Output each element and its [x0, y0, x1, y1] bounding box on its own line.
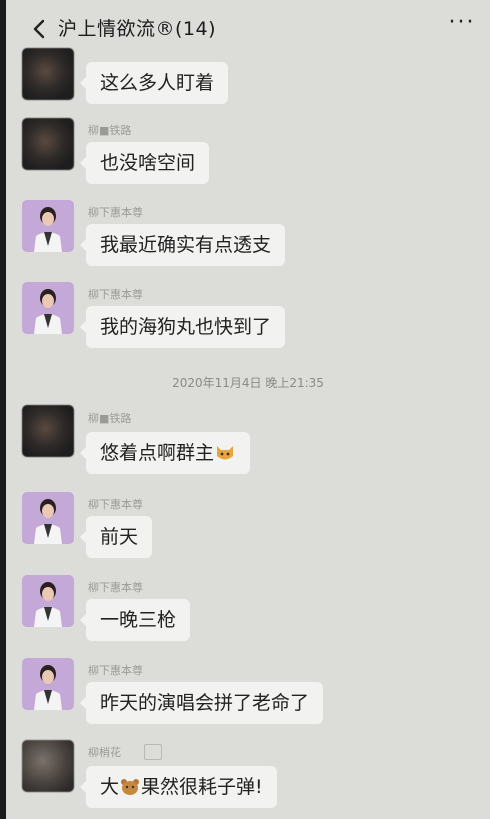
avatar[interactable] [22, 282, 74, 334]
bear-emoji-icon [120, 769, 140, 795]
more-button[interactable]: ··· [442, 12, 482, 40]
chevron-left-icon [33, 19, 45, 39]
message-text: 果然很耗子弹! [141, 776, 263, 798]
sender-name: 柳■铁路 [88, 412, 132, 425]
message-text: 大 [100, 776, 120, 798]
message-bubble[interactable]: 也没啥空间 [79, 142, 210, 184]
sender-name: 柳下惠本尊 [88, 581, 143, 594]
sender-name: 柳下惠本尊 [88, 664, 143, 677]
message-bubble[interactable]: 这么多人盯着 [79, 62, 229, 104]
message-bubble[interactable]: 悠着点啊群主 [79, 432, 251, 474]
chat-title: 沪上情欲流®(14) [58, 18, 217, 40]
message-text: 悠着点啊群主 [100, 442, 215, 464]
person-portrait-icon [34, 665, 62, 710]
message-bubble[interactable]: 我最近确实有点透支 [79, 224, 286, 266]
avatar[interactable] [22, 740, 74, 792]
person-portrait-icon [34, 289, 62, 334]
person-portrait-icon [34, 207, 62, 252]
avatar[interactable] [22, 405, 74, 457]
sender-name: 柳下惠本尊 [88, 206, 143, 219]
person-portrait-icon [34, 582, 62, 627]
avatar[interactable] [22, 658, 74, 710]
avatar[interactable] [22, 48, 74, 100]
cat-emoji-icon [215, 435, 235, 460]
message-bubble[interactable]: 昨天的演唱会拼了老命了 [79, 682, 324, 724]
sender-name: 柳下惠本尊 [88, 498, 143, 511]
more-dots-icon: ··· [448, 10, 476, 35]
message-bubble[interactable]: 大果然很耗子弹! [80, 766, 277, 808]
chat-header: 沪上情欲流®(14) ··· [6, 0, 490, 56]
avatar[interactable] [22, 118, 74, 170]
back-button[interactable] [26, 14, 52, 44]
chat-timestamp: 2020年11月4日 晚上21:35 [172, 376, 324, 390]
message-bubble[interactable]: 一晚三枪 [79, 599, 191, 641]
member-badge-icon [144, 744, 162, 760]
sender-name: 柳梢花 [88, 746, 121, 759]
avatar[interactable] [22, 200, 74, 252]
avatar[interactable] [22, 575, 74, 627]
message-bubble[interactable]: 前天 [79, 516, 153, 558]
sender-name: 柳下惠本尊 [88, 288, 143, 301]
sender-name: 柳■铁路 [88, 124, 132, 137]
person-portrait-icon [34, 499, 62, 544]
chat-screen: 沪上情欲流®(14) ··· 这么多人盯着 柳■铁路 也没啥空间 柳下惠本尊 我… [6, 0, 490, 819]
message-bubble[interactable]: 我的海狗丸也快到了 [79, 306, 286, 348]
avatar[interactable] [22, 492, 74, 544]
